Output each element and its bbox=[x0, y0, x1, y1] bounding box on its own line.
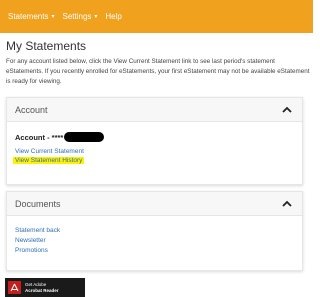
nav-settings-label: Settings bbox=[62, 12, 92, 21]
statement-back-link[interactable]: Statement back bbox=[15, 227, 60, 234]
nav-statements[interactable]: Statements ▾ bbox=[8, 12, 54, 21]
account-card-header: Account bbox=[7, 98, 302, 122]
account-label: Account - **** bbox=[15, 132, 105, 142]
view-statement-history-label: View Statement History bbox=[13, 157, 85, 164]
chevron-down-icon: ▾ bbox=[94, 14, 98, 20]
top-nav-bar: Statements ▾ Settings ▾ Help bbox=[0, 0, 313, 33]
view-current-statement-link[interactable]: View Current Statement bbox=[15, 148, 84, 155]
chevron-down-icon: ▾ bbox=[51, 14, 55, 20]
account-number-text: Account - **** bbox=[15, 132, 64, 142]
promotions-link[interactable]: Promotions bbox=[15, 247, 48, 254]
view-statement-history-link[interactable]: View Statement History bbox=[13, 157, 85, 164]
documents-card-header: Documents bbox=[7, 192, 302, 216]
acrobat-glyph-icon bbox=[10, 283, 19, 292]
newsletter-link[interactable]: Newsletter bbox=[15, 237, 46, 244]
account-card: Account Account - **** View Current Stat… bbox=[6, 97, 303, 185]
collapse-toggle-button[interactable] bbox=[280, 103, 294, 117]
collapse-toggle-button[interactable] bbox=[280, 197, 294, 211]
chevron-up-icon bbox=[282, 200, 292, 207]
get-acrobat-reader-badge[interactable]: Get Adobe Acrobat Reader bbox=[5, 278, 85, 297]
acrobat-line2: Acrobat Reader bbox=[25, 287, 59, 293]
nav-settings[interactable]: Settings ▾ bbox=[62, 12, 97, 21]
page-description: For any account listed below, click the … bbox=[6, 58, 310, 85]
documents-card-title: Documents bbox=[15, 198, 61, 209]
chevron-up-icon bbox=[282, 106, 292, 113]
documents-card: Documents Statement back Newsletter Prom… bbox=[6, 191, 303, 271]
adobe-acrobat-icon bbox=[8, 281, 21, 294]
redaction-mark bbox=[64, 132, 105, 142]
nav-statements-label: Statements bbox=[8, 12, 49, 21]
page-title: My Statements bbox=[6, 39, 87, 53]
nav-help[interactable]: Help bbox=[105, 12, 121, 21]
acrobat-badge-text: Get Adobe Acrobat Reader bbox=[25, 282, 59, 293]
nav-help-label: Help bbox=[105, 12, 122, 21]
account-card-title: Account bbox=[15, 104, 48, 115]
